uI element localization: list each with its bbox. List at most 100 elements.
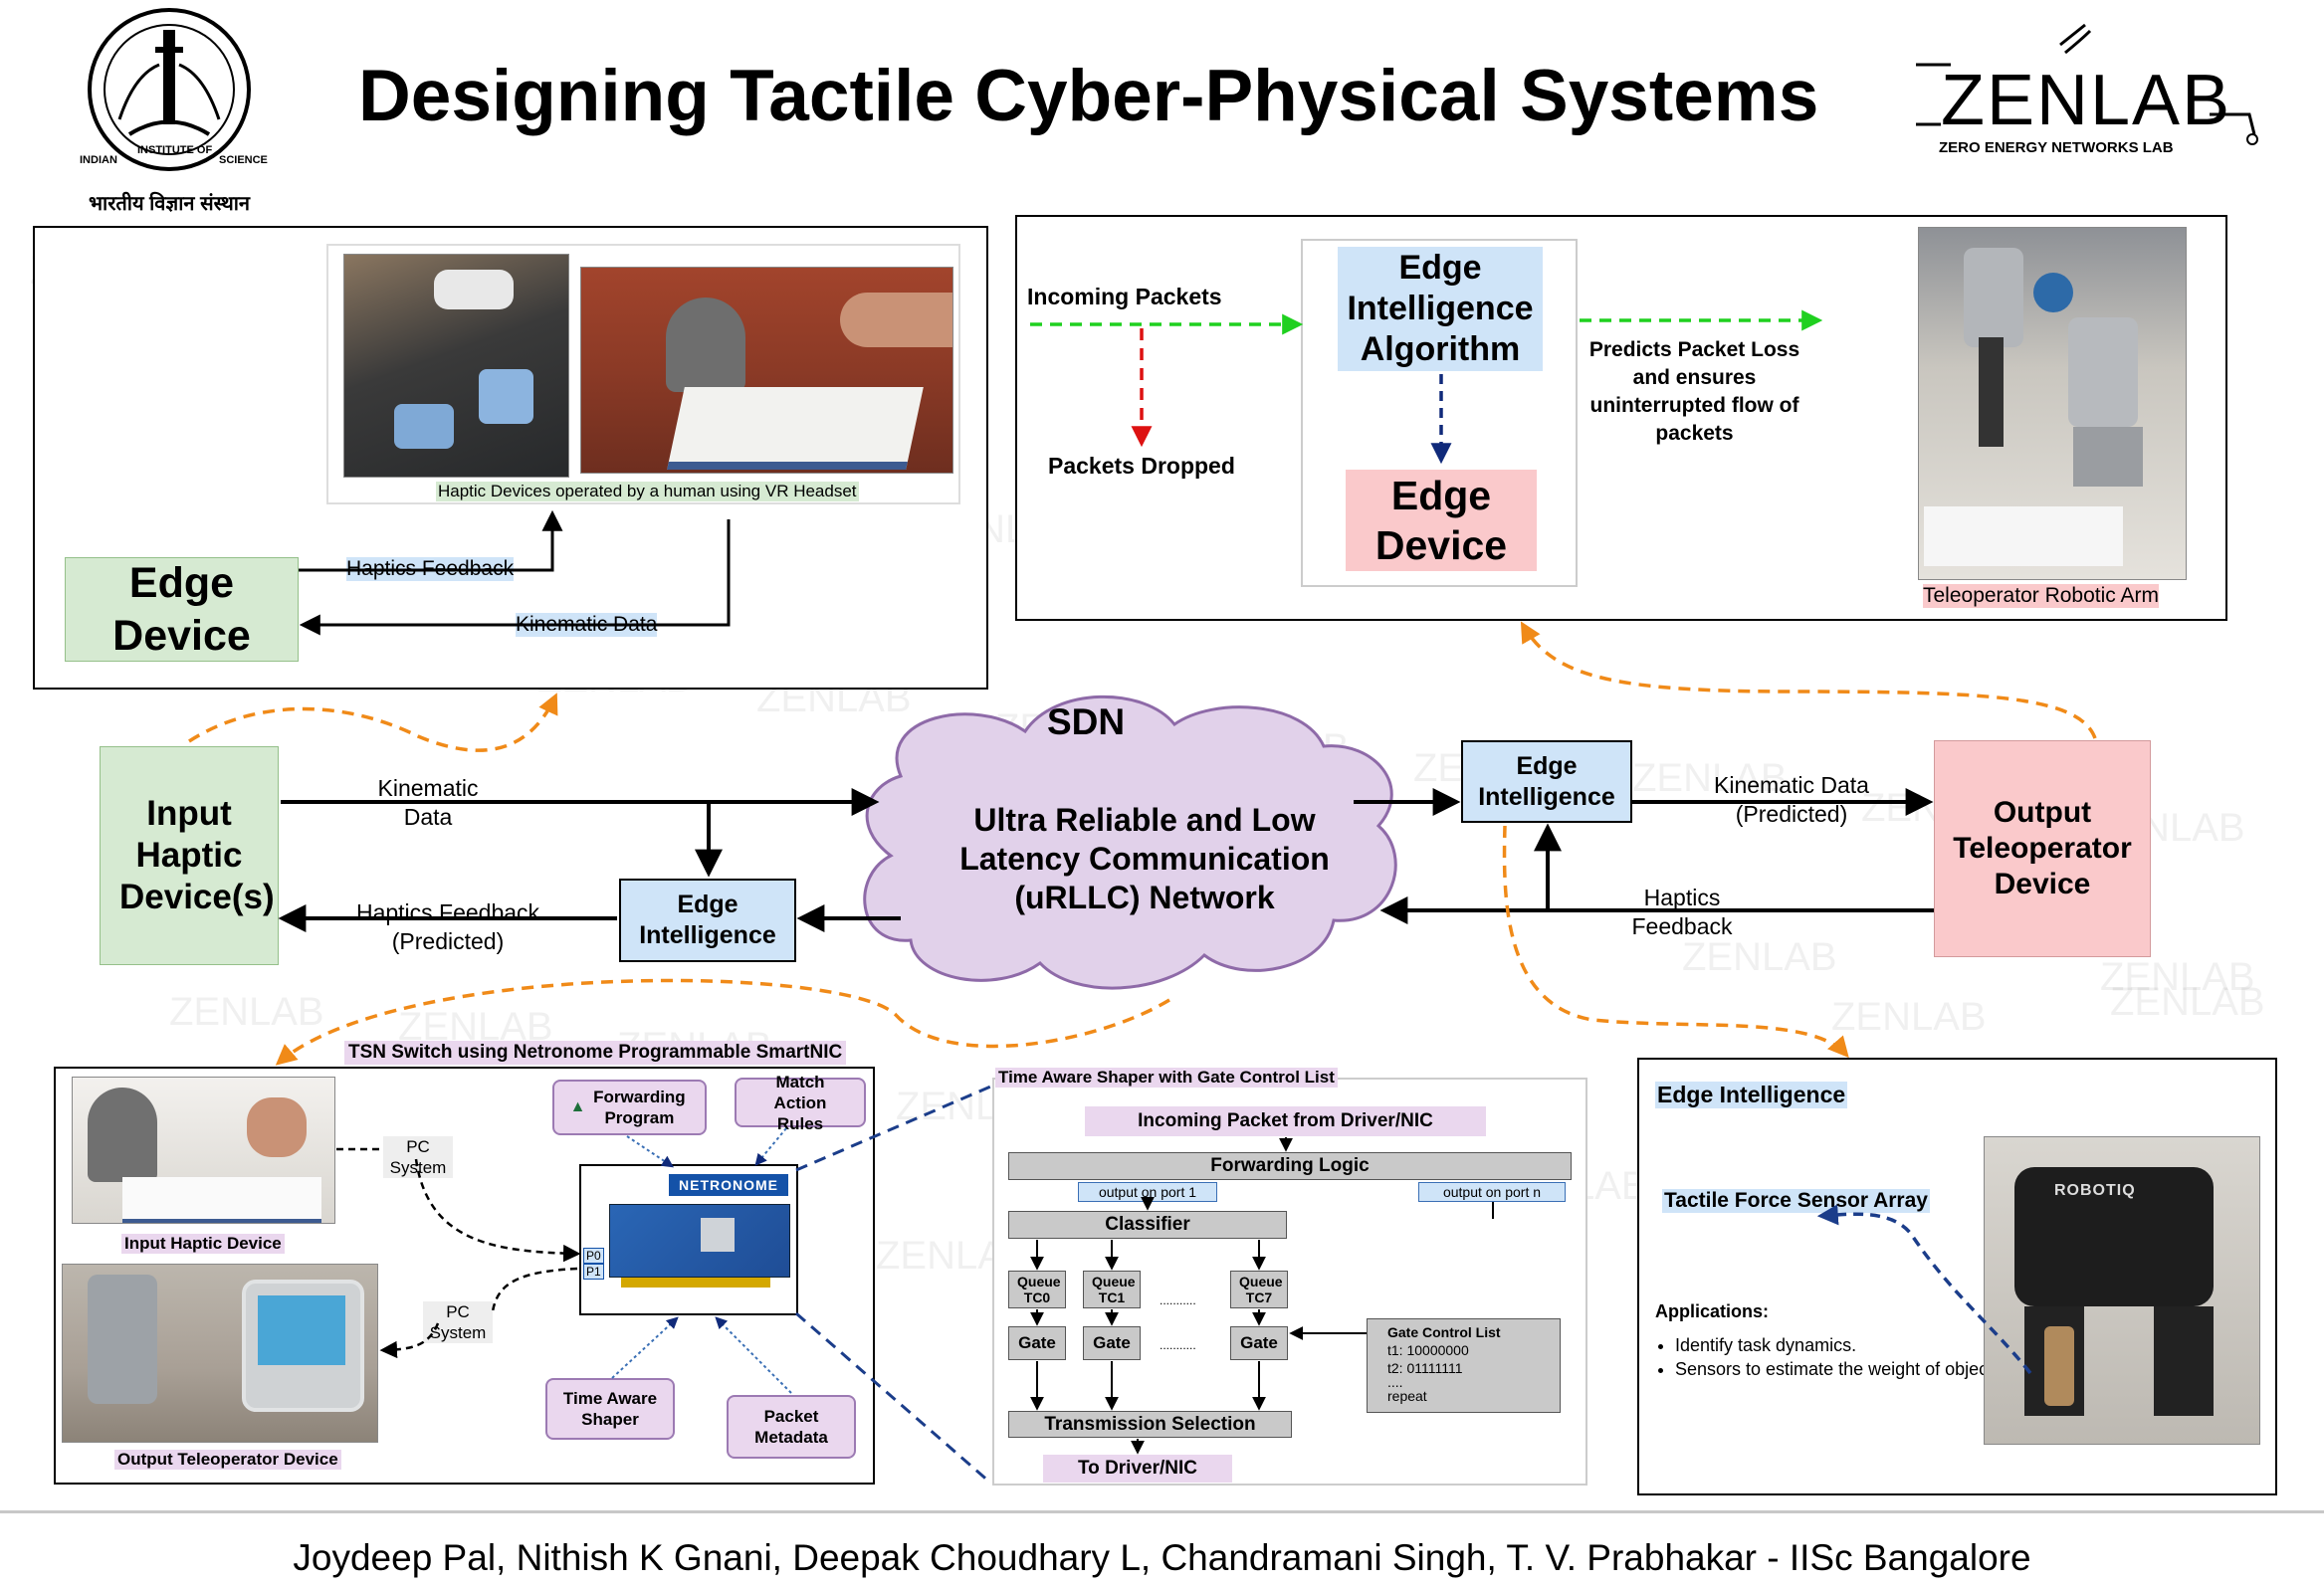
edge-intelligence-right-label: Edge Intelligence xyxy=(1478,751,1615,811)
haptic-device-body-icon xyxy=(666,298,745,392)
pc-system-1: PC System xyxy=(383,1136,453,1178)
zenlab-watermark: ZENLAB xyxy=(2100,955,2255,999)
gcl-title: Gate Control List xyxy=(1387,1324,1501,1340)
applications-list: Identify task dynamics. Sensors to estim… xyxy=(1655,1333,2004,1381)
zenlab-watermark: ZENLAB xyxy=(2110,980,2265,1024)
applications-label: Applications: xyxy=(1655,1301,1770,1321)
gcl-t1: t1: 10000000 xyxy=(1387,1342,1469,1358)
queue-tc0-label: Queue TC0 xyxy=(1017,1274,1061,1305)
gate-control-list-box: Gate Control List t1: 10000000 t2: 01111… xyxy=(1367,1318,1561,1413)
incoming-packets-label: Incoming Packets xyxy=(1027,284,1222,309)
teach-pendant-icon xyxy=(242,1280,364,1412)
output-device-label: Output Teleoperator Device xyxy=(1953,796,2132,900)
forwarding-logic-label: Forwarding Logic xyxy=(1210,1155,1370,1176)
classifier-label: Classifier xyxy=(1105,1214,1190,1235)
match-action-rules-box: Match Action Rules xyxy=(735,1073,866,1133)
robot-arm-icon xyxy=(88,1275,157,1404)
gate-7-label: Gate xyxy=(1240,1333,1278,1352)
robot-joint-icon xyxy=(2068,317,2138,427)
input-haptic-photo xyxy=(72,1077,335,1224)
forwarding-logic-box: Forwarding Logic xyxy=(1008,1152,1572,1180)
tas-title: Time Aware Shaper with Gate Control List xyxy=(995,1068,1338,1088)
algo-label: Edge Intelligence Algorithm xyxy=(1347,249,1534,368)
output-portn-label: output on port n xyxy=(1442,1184,1542,1200)
haptics-feedback-right-label: Haptics Feedback xyxy=(1631,885,1733,939)
pc-system-2: PC System xyxy=(423,1301,493,1343)
robot-joint-icon xyxy=(1964,248,2023,347)
robot-arm-caption: Teleoperator Robotic Arm xyxy=(1923,584,2159,608)
input-haptic-caption: Input Haptic Device xyxy=(121,1234,285,1254)
output-port1-box: output on port 1 xyxy=(1078,1182,1217,1202)
p4-icon: ▲ xyxy=(569,1098,586,1115)
authors: Joydeep Pal, Nithish K Gnani, Deepak Cho… xyxy=(293,1537,2031,1578)
output-portn-box: output on port n xyxy=(1418,1182,1566,1202)
output-teleop-caption: Output Teleoperator Device xyxy=(114,1450,341,1470)
port1-label: P1 xyxy=(583,1264,604,1280)
haptics-feedback-label: Haptics Feedback xyxy=(346,557,515,581)
queue-tc0-box: Queue TC0 xyxy=(1008,1271,1066,1308)
gcl-dots: .... xyxy=(1387,1374,1403,1390)
transmission-selection-box: Transmission Selection xyxy=(1008,1411,1292,1438)
hand-icon xyxy=(247,1097,307,1157)
time-aware-shaper-label: Time Aware Shaper xyxy=(562,1389,658,1429)
zenlab-watermark: ZENLAB xyxy=(1682,935,1837,979)
gate-7-box: Gate xyxy=(1230,1326,1288,1360)
orange-input-to-tl-arrow xyxy=(188,693,558,752)
gcl-repeat: repeat xyxy=(1387,1388,1427,1404)
edge-device-top-label: Edge Device xyxy=(1374,473,1508,568)
incoming-packet-box: Incoming Packet from Driver/NIC xyxy=(1085,1106,1486,1136)
robot-arm-photo xyxy=(1918,227,2187,580)
queue-tc7-label: Queue TC7 xyxy=(1239,1274,1283,1305)
robot-gripper-icon xyxy=(1979,337,2004,447)
haptics-feedback-predicted-label: Haptics Feedback (Predicted) xyxy=(355,899,540,954)
smartnic-card: NETRONOME P0 P1 xyxy=(579,1164,798,1315)
photo-caption: Haptic Devices operated by a human using… xyxy=(436,482,859,501)
edge-intelligence-title: Edge Intelligence xyxy=(1655,1082,1848,1108)
output-teleoperator-box: Output Teleoperator Device xyxy=(1934,740,2151,957)
zenlab-name: ZENLAB xyxy=(1941,61,2232,140)
netronome-badge: NETRONOME xyxy=(669,1174,788,1196)
haptic-glove-icon xyxy=(479,369,533,424)
paper-icon xyxy=(1924,506,2123,566)
haptic-pad-icon xyxy=(667,387,924,470)
kinematic-data-mid-label: Kinematic Data xyxy=(377,775,479,830)
packet-metadata-box: Packet Metadata xyxy=(727,1395,856,1459)
netronome-label: NETRONOME xyxy=(679,1177,778,1193)
iisc-hindi-name: भारतीय विज्ञान संस्थान xyxy=(88,193,251,215)
edge-intelligence-left-box: Edge Intelligence xyxy=(619,879,796,962)
queue-tc1-box: Queue TC1 xyxy=(1083,1271,1141,1308)
orange-output-to-tr-arrow xyxy=(1520,621,2097,739)
application-item: Identify task dynamics. xyxy=(1675,1333,2004,1357)
classifier-box: Classifier xyxy=(1008,1211,1287,1239)
forwarding-program-box: ▲ Forwarding Program xyxy=(552,1080,707,1135)
gate-dots: ........... xyxy=(1160,1338,1196,1352)
pendant-screen-icon xyxy=(258,1295,345,1365)
sensor-array-icon xyxy=(2044,1326,2074,1406)
zenlab-watermark: ZENLAB xyxy=(1831,995,1987,1039)
robot-cap-icon xyxy=(2033,273,2073,312)
nic-board-icon xyxy=(609,1204,790,1278)
haptic-device-photo xyxy=(580,267,953,474)
to-driver-box: To Driver/NIC xyxy=(1043,1455,1232,1483)
zenlab-watermark: ZENLAB xyxy=(1194,726,1350,770)
iisc-ring-text-top: INSTITUTE OF xyxy=(137,144,213,156)
packets-dropped-label: Packets Dropped xyxy=(1048,453,1235,479)
iisc-ring-text-right: SCIENCE xyxy=(219,154,268,166)
edge-device-left: Edge Device xyxy=(65,557,299,662)
zenlab-watermark: ZENLAB xyxy=(169,990,324,1034)
edge-intelligence-algorithm-box: Edge Intelligence Algorithm xyxy=(1338,247,1543,371)
gcl-t2: t2: 01111111 xyxy=(1387,1360,1463,1376)
gate-0-box: Gate xyxy=(1008,1326,1066,1360)
robot-base-icon xyxy=(2073,427,2143,487)
match-action-label: Match Action Rules xyxy=(773,1072,827,1133)
sdn-label: SDN xyxy=(1047,701,1126,742)
iisc-logo: INDIAN INSTITUTE OF SCIENCE भारतीय विज्ञ… xyxy=(60,5,279,215)
queue-dots: ........... xyxy=(1160,1293,1196,1307)
haptic-device-body-icon xyxy=(88,1088,157,1182)
output-port1-label: output on port 1 xyxy=(1098,1184,1197,1200)
gripper-finger-icon xyxy=(2154,1306,2214,1416)
vr-headset-icon xyxy=(434,270,514,309)
iisc-emblem-icon xyxy=(88,8,251,171)
queue-tc1-label: Queue TC1 xyxy=(1092,1274,1136,1305)
edge-intelligence-right-box: Edge Intelligence xyxy=(1461,740,1632,823)
